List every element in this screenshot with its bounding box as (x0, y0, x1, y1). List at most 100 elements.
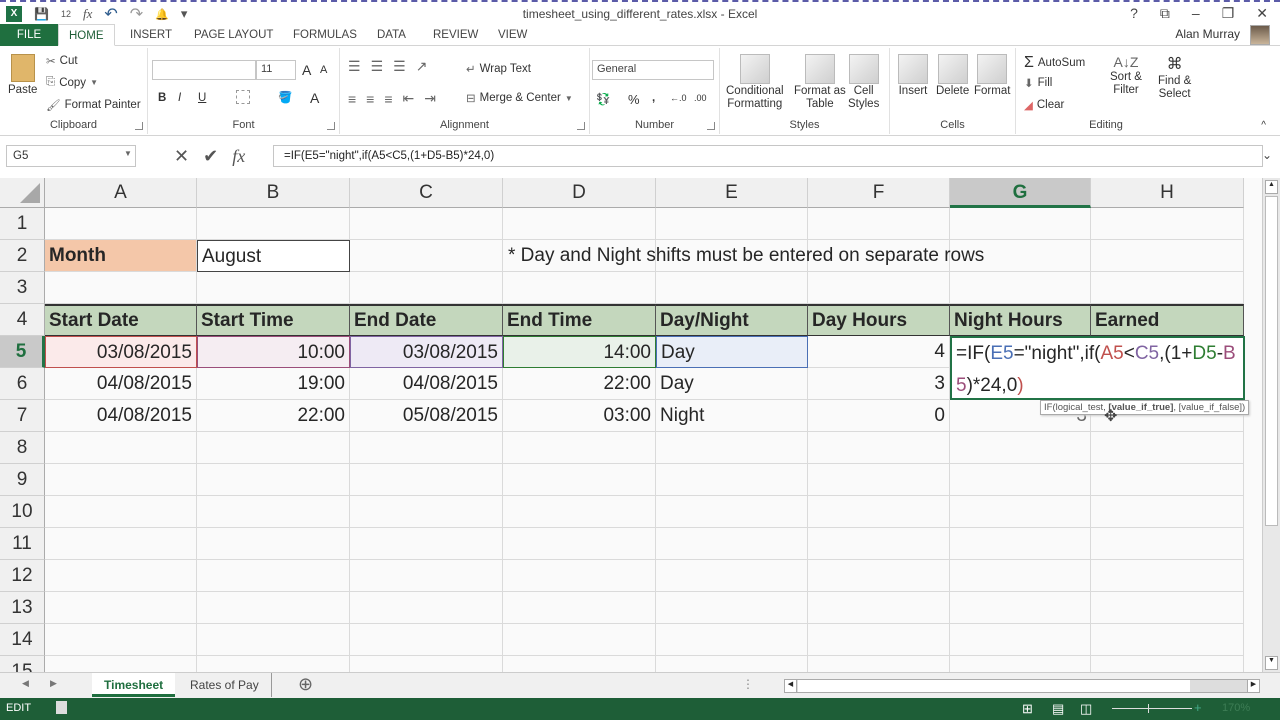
tab-formulas[interactable]: FORMULAS (283, 24, 367, 46)
cell-e12[interactable] (656, 560, 808, 592)
tab-file[interactable]: FILE (0, 24, 58, 46)
ribbon-display-icon[interactable]: ⧉ (1160, 5, 1170, 22)
cell-h10[interactable] (1091, 496, 1244, 528)
cell-c15[interactable] (350, 656, 503, 672)
cell-f3[interactable] (808, 272, 950, 304)
scroll-down-icon[interactable]: ▼ (1265, 656, 1278, 670)
data-cell[interactable]: 4 (808, 336, 950, 368)
column-header-h[interactable]: H (1091, 178, 1244, 208)
cell-g1[interactable] (950, 208, 1091, 240)
cell-d10[interactable] (503, 496, 656, 528)
insert-button[interactable]: Insert (898, 54, 928, 97)
expand-formula-bar-icon[interactable]: ⌄ (1262, 148, 1272, 162)
restore-icon[interactable]: ❐ (1222, 5, 1235, 22)
cell-c3[interactable] (350, 272, 503, 304)
data-cell[interactable]: 04/08/2015 (45, 368, 197, 400)
column-header-a[interactable]: A (45, 178, 197, 208)
cell-c2[interactable] (350, 240, 503, 272)
cell-h14[interactable] (1091, 624, 1244, 656)
cell-g13[interactable] (950, 592, 1091, 624)
vertical-scroll-thumb[interactable] (1265, 196, 1278, 526)
sort-filter-button[interactable]: A↓Z Sort & Filter (1110, 54, 1142, 96)
month-value-cell[interactable]: August (197, 240, 350, 272)
zoom-slider-thumb[interactable] (1148, 704, 1149, 713)
enter-formula-icon[interactable]: ✔ (203, 146, 218, 167)
cell-e15[interactable] (656, 656, 808, 672)
add-sheet-icon[interactable]: ⊕ (298, 674, 313, 695)
cell-e8[interactable] (656, 432, 808, 464)
cell-b10[interactable] (197, 496, 350, 528)
cell-g14[interactable] (950, 624, 1091, 656)
tooltip-function-name[interactable]: IF(logical_test, (1044, 402, 1108, 413)
data-cell[interactable]: Day (656, 336, 808, 368)
zoom-in-icon[interactable]: + (1194, 700, 1202, 715)
row-header-8[interactable]: 8 (0, 432, 45, 464)
data-cell[interactable]: 05/08/2015 (350, 400, 503, 432)
active-cell-g5-editor[interactable]: =IF(E5="night",if(A5<C5,(1+D5-B5)*24,0) (950, 336, 1245, 400)
wrap-text-button[interactable]: ↵ Wrap Text (466, 62, 531, 76)
fill-button[interactable]: ⬇ Fill (1024, 76, 1052, 90)
function-tooltip[interactable]: IF(logical_test, [value_if_true], [value… (1040, 400, 1250, 415)
tab-home[interactable]: HOME (58, 24, 115, 46)
row-header-13[interactable]: 13 (0, 592, 45, 624)
fill-color-button[interactable]: 🪣 (278, 90, 292, 104)
column-header-d[interactable]: D (503, 178, 656, 208)
cell-f12[interactable] (808, 560, 950, 592)
cell-e9[interactable] (656, 464, 808, 496)
data-cell[interactable]: 0 (808, 400, 950, 432)
cell-f11[interactable] (808, 528, 950, 560)
cell-b14[interactable] (197, 624, 350, 656)
cell-g15[interactable] (950, 656, 1091, 672)
cancel-formula-icon[interactable]: ✕ (174, 146, 189, 167)
data-cell[interactable]: 22:00 (197, 400, 350, 432)
cell-b13[interactable] (197, 592, 350, 624)
data-cell[interactable]: 04/08/2015 (45, 400, 197, 432)
font-size-combo[interactable]: 11 (256, 60, 296, 80)
cell-f14[interactable] (808, 624, 950, 656)
macro-record-icon[interactable] (56, 701, 67, 714)
cell-d13[interactable] (503, 592, 656, 624)
data-cell[interactable]: 14:00 (503, 336, 656, 368)
cell-f1[interactable] (808, 208, 950, 240)
header-cell-day-hours[interactable]: Day Hours (808, 304, 950, 336)
cell-b15[interactable] (197, 656, 350, 672)
user-name[interactable]: Alan Murray (1175, 27, 1240, 41)
cell-c10[interactable] (350, 496, 503, 528)
cell-a8[interactable] (45, 432, 197, 464)
cell-a14[interactable] (45, 624, 197, 656)
cell-h9[interactable] (1091, 464, 1244, 496)
clipboard-launcher-icon[interactable] (135, 122, 143, 130)
format-as-table-button[interactable]: Format as Table (794, 54, 846, 110)
cell-d11[interactable] (503, 528, 656, 560)
header-cell-end-time[interactable]: End Time (503, 304, 656, 336)
tab-insert[interactable]: INSERT (120, 24, 182, 46)
borders-button[interactable] (236, 90, 250, 104)
row-header-4[interactable]: 4 (0, 304, 45, 336)
minimize-icon[interactable]: – (1192, 5, 1200, 22)
cell-h8[interactable] (1091, 432, 1244, 464)
data-cell[interactable]: 03:00 (503, 400, 656, 432)
decrease-decimal-button[interactable]: .00 (694, 93, 707, 103)
increase-indent-icon[interactable]: ⇥ (424, 90, 436, 107)
cell-f15[interactable] (808, 656, 950, 672)
data-cell[interactable]: 3 (808, 368, 950, 400)
cell-c9[interactable] (350, 464, 503, 496)
font-launcher-icon[interactable] (327, 122, 335, 130)
scroll-up-icon[interactable]: ▲ (1265, 180, 1278, 194)
row-header-15[interactable]: 15 (0, 656, 45, 672)
cell-c13[interactable] (350, 592, 503, 624)
row-header-11[interactable]: 11 (0, 528, 45, 560)
close-icon[interactable]: ✕ (1256, 5, 1268, 22)
spreadsheet-grid[interactable]: A B C D E F G H 1 2 3 4 5 6 7 8 9 10 11 12 13 14 15 Month August… (0, 178, 1262, 672)
align-bottom-icon[interactable]: ☰ (393, 58, 406, 75)
header-cell-start-date[interactable]: Start Date (45, 304, 197, 336)
cell-h15[interactable] (1091, 656, 1244, 672)
header-cell-night-hours[interactable]: Night Hours (950, 304, 1091, 336)
tooltip-current-arg[interactable]: [value_if_true] (1108, 402, 1173, 413)
grow-font-button[interactable]: A (302, 62, 311, 78)
cell-c1[interactable] (350, 208, 503, 240)
cell-d12[interactable] (503, 560, 656, 592)
data-cell[interactable]: Night (656, 400, 808, 432)
format-painter-button[interactable]: 🖌 Format Painter (46, 98, 141, 112)
row-header-9[interactable]: 9 (0, 464, 45, 496)
